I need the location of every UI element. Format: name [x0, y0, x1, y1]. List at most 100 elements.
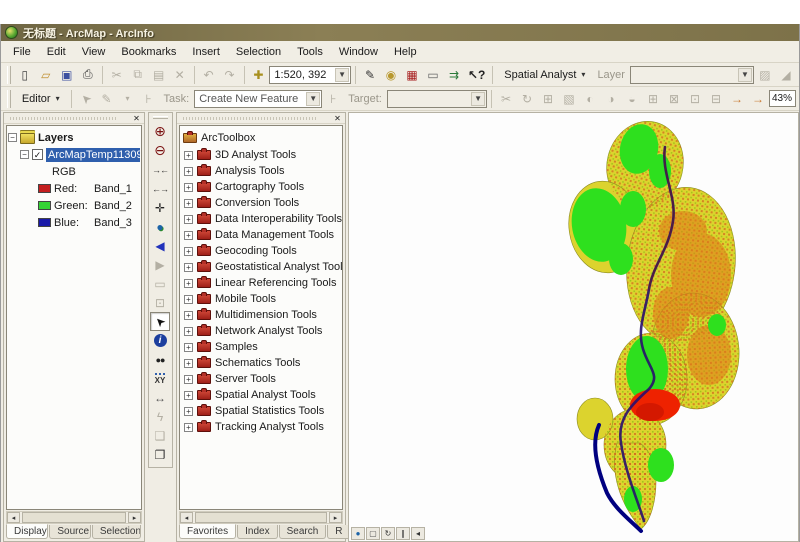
- measure-icon[interactable]: ↔: [150, 388, 170, 407]
- menu-help[interactable]: Help: [386, 43, 425, 61]
- expander-icon[interactable]: +: [184, 183, 193, 192]
- expander-icon[interactable]: +: [184, 279, 193, 288]
- copy-icon[interactable]: ⧉: [128, 65, 148, 85]
- toolset-row[interactable]: + Server Tools: [181, 371, 341, 387]
- menu-bookmarks[interactable]: Bookmarks: [113, 43, 184, 61]
- raster-cleanup-icon-2[interactable]: ◑: [601, 89, 621, 109]
- toolset-row[interactable]: + Geostatistical Analyst Tools: [181, 259, 341, 275]
- expander-icon[interactable]: +: [184, 359, 193, 368]
- open-folder-icon[interactable]: ▱: [36, 65, 56, 85]
- add-data-icon[interactable]: ✚: [248, 65, 268, 85]
- editor-menu[interactable]: Editor ▾: [15, 90, 67, 108]
- expander-icon[interactable]: +: [184, 295, 193, 304]
- identify-icon[interactable]: i: [150, 331, 170, 350]
- arctoolbox-icon[interactable]: ▦: [402, 65, 422, 85]
- toolset-row[interactable]: + Linear Referencing Tools: [181, 275, 341, 291]
- expander-icon[interactable]: +: [184, 375, 193, 384]
- layer-name[interactable]: ArcMapTemp1130941: [46, 148, 140, 162]
- scroll-right-icon[interactable]: ▸: [329, 512, 342, 523]
- fixed-zoom-in-icon[interactable]: →←: [150, 160, 170, 179]
- expander-icon[interactable]: +: [184, 199, 193, 208]
- toolbar-grip[interactable]: [153, 116, 168, 119]
- transparency-field[interactable]: 43%: [769, 90, 796, 107]
- tab-source[interactable]: Source: [49, 525, 91, 539]
- menu-file[interactable]: File: [5, 43, 39, 61]
- pixel-tool-icon-1[interactable]: ⊞: [643, 89, 663, 109]
- scrollbar-thumb[interactable]: [22, 512, 126, 523]
- cut-icon[interactable]: ✂: [107, 65, 127, 85]
- target-constraint-icon[interactable]: ⊦: [323, 89, 343, 109]
- expander-icon[interactable]: +: [184, 391, 193, 400]
- arctoolbox-hscrollbar[interactable]: ◂ ▸: [179, 511, 343, 524]
- toolset-row[interactable]: + Analysis Tools: [181, 163, 341, 179]
- attributes-icon[interactable]: ⊞: [538, 89, 558, 109]
- viewer-window-icon[interactable]: ❐: [150, 445, 170, 464]
- hyperlink-icon[interactable]: ϟ: [150, 407, 170, 426]
- layer-combobox[interactable]: ▼: [630, 66, 754, 84]
- sketch-properties-icon[interactable]: ▧: [559, 89, 579, 109]
- scale-dropdown-arrow[interactable]: ▼: [335, 68, 349, 82]
- data-view-button[interactable]: ●: [351, 527, 365, 540]
- toolset-row[interactable]: + Data Management Tools: [181, 227, 341, 243]
- rotate-tool-icon[interactable]: ↻: [517, 89, 537, 109]
- modelbuilder-icon[interactable]: ⇉: [444, 65, 464, 85]
- refresh-button[interactable]: ↻: [381, 527, 395, 540]
- raster-cleanup-icon-3[interactable]: ◒: [622, 89, 642, 109]
- menu-insert[interactable]: Insert: [184, 43, 228, 61]
- expander-icon[interactable]: +: [184, 343, 193, 352]
- tab-search[interactable]: Search: [279, 525, 327, 539]
- delete-icon[interactable]: ✕: [170, 65, 190, 85]
- target-combobox[interactable]: ▼: [387, 90, 487, 108]
- tab-selection[interactable]: Selection: [92, 525, 141, 539]
- toc-panel-header[interactable]: ✕: [4, 113, 144, 124]
- arctoolbox-panel-header[interactable]: ✕: [177, 113, 345, 124]
- expander-icon[interactable]: +: [184, 407, 193, 416]
- toolset-row[interactable]: + Spatial Analyst Tools: [181, 387, 341, 403]
- raster-cleanup-icon-1[interactable]: ◐: [580, 89, 600, 109]
- html-popup-icon[interactable]: ❑: [150, 426, 170, 445]
- tab-favorites[interactable]: Favorites: [179, 524, 236, 539]
- menu-window[interactable]: Window: [331, 43, 386, 61]
- expander-icon[interactable]: +: [184, 247, 193, 256]
- toolbar-grip[interactable]: [7, 66, 11, 84]
- menu-edit[interactable]: Edit: [39, 43, 74, 61]
- pixel-tool-icon-4[interactable]: ⊟: [706, 89, 726, 109]
- whats-this-icon[interactable]: ↖?: [465, 65, 488, 85]
- new-document-icon[interactable]: ▯: [15, 65, 35, 85]
- pixel-tool-icon-3[interactable]: ⊡: [685, 89, 705, 109]
- toolset-row[interactable]: + Samples: [181, 339, 341, 355]
- arccatalog-icon[interactable]: ◉: [381, 65, 401, 85]
- target-dropdown-arrow[interactable]: ▼: [471, 92, 485, 106]
- edit-tool-icon[interactable]: ➤: [76, 89, 96, 109]
- arctoolbox-root-row[interactable]: ArcToolbox: [181, 129, 341, 147]
- map-canvas[interactable]: ● ▢ ↻ ∥: [348, 112, 799, 542]
- print-icon[interactable]: ⎙: [78, 65, 98, 85]
- expander-icon[interactable]: +: [184, 167, 193, 176]
- sketch-dropdown-icon[interactable]: ▾: [118, 89, 138, 109]
- layer-dropdown-arrow[interactable]: ▼: [738, 68, 752, 82]
- contour-tool-icon[interactable]: ▨: [755, 65, 775, 85]
- histogram-tool-icon[interactable]: ◢: [776, 65, 796, 85]
- menu-tools[interactable]: Tools: [289, 43, 331, 61]
- next-extent-icon[interactable]: ▶: [150, 255, 170, 274]
- scale-combobox[interactable]: 1:520, 392 ▼: [269, 66, 351, 84]
- hscroll-left-button[interactable]: ◂: [411, 527, 425, 540]
- expander-icon[interactable]: +: [184, 263, 193, 272]
- expander-icon[interactable]: −: [8, 133, 17, 142]
- layer-checkbox[interactable]: ✓: [32, 149, 43, 160]
- toolset-row[interactable]: + Tracking Analyst Tools: [181, 419, 341, 435]
- undo-icon[interactable]: ↶: [199, 65, 219, 85]
- expander-icon[interactable]: +: [184, 423, 193, 432]
- pan-icon[interactable]: ✛: [150, 198, 170, 217]
- select-features-icon[interactable]: ▭: [150, 274, 170, 293]
- expander-icon[interactable]: +: [184, 327, 193, 336]
- commandline-icon[interactable]: ▭: [423, 65, 443, 85]
- menu-view[interactable]: View: [74, 43, 114, 61]
- swipe-icon[interactable]: →: [727, 89, 747, 109]
- sketch-constraint-icon[interactable]: ⊦: [139, 89, 159, 109]
- toolset-row[interactable]: + Mobile Tools: [181, 291, 341, 307]
- layout-view-button[interactable]: ▢: [366, 527, 380, 540]
- find-icon[interactable]: ●●: [150, 350, 170, 369]
- toolset-row[interactable]: + Multidimension Tools: [181, 307, 341, 323]
- toc-hscrollbar[interactable]: ◂ ▸: [6, 511, 142, 524]
